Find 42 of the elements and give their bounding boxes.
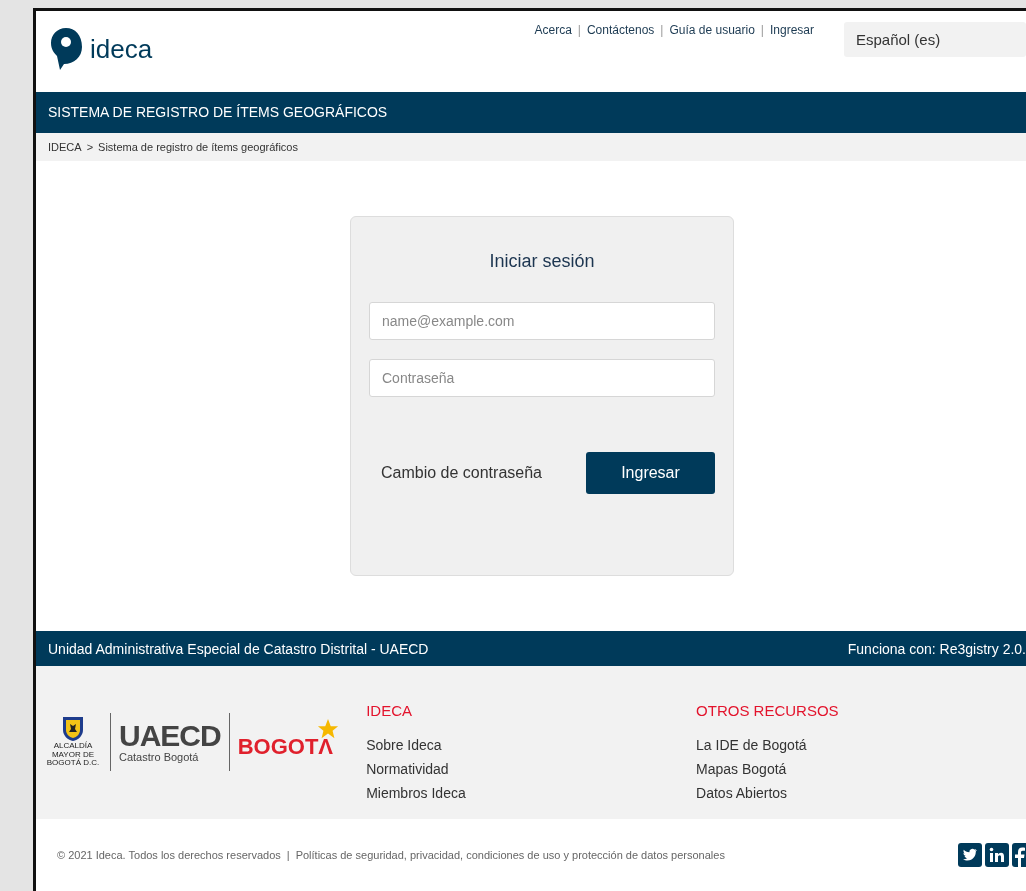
footer-link[interactable]: Miembros Ideca — [366, 781, 697, 805]
coat-of-arms-icon — [62, 715, 84, 742]
footer-link[interactable]: La IDE de Bogotá — [696, 733, 1026, 757]
breadcrumb-item[interactable]: IDECA — [48, 140, 82, 153]
login-button[interactable]: Ingresar — [586, 451, 715, 494]
home-logo-link[interactable]: ideca — [50, 27, 153, 71]
footer-link[interactable]: Sobre Ideca — [366, 733, 697, 757]
email-field[interactable]: name@example.com — [369, 301, 715, 340]
footer-link[interactable]: Mapas Bogotá — [696, 757, 1026, 781]
nav-link[interactable]: Guía de usuario — [669, 23, 755, 37]
uaecd-logo-text: UAECD — [119, 721, 221, 751]
copyright-text: © 2021 Ideca. Todos los derechos reservados — [57, 849, 281, 861]
section-title-bar: SISTEMA DE REGISTRO DE ÍTEMS GEOGRÁFICOS — [36, 91, 1026, 133]
language-selector[interactable]: Español (es) — [844, 22, 1026, 57]
breadcrumb-item: Sistema de registro de ítems geográficos — [98, 140, 298, 153]
footer-link[interactable]: Normatividad — [366, 757, 697, 781]
link-separator: | — [286, 849, 290, 861]
powered-by-text: Funciona con: Re3gistry 2.0. — [847, 640, 1026, 657]
password-field[interactable]: Contraseña — [369, 358, 715, 397]
policy-link[interactable]: Políticas de seguridad, privacidad, condiciones de uso y protección de datos personales — [295, 849, 725, 861]
twitter-icon[interactable] — [958, 843, 982, 867]
footer-heading: IDECA — [366, 702, 413, 719]
breadcrumb-separator: > — [86, 140, 94, 153]
city-logo-text: BOGOTΛ — [237, 734, 333, 760]
login-title: Iniciar sesión — [488, 250, 596, 272]
link-separator: | — [760, 23, 764, 37]
nav-link[interactable]: Contáctenos — [586, 23, 655, 37]
nav-link[interactable]: Ingresar — [769, 23, 814, 37]
nav-link[interactable]: Acerca — [534, 23, 572, 37]
footer-link[interactable]: Datos Abiertos — [696, 781, 1026, 805]
link-separator: | — [660, 23, 664, 37]
crest-caption: ALCALDÍA MAYOR DE BOGOTÁ D.C. — [45, 741, 101, 769]
link-separator: | — [577, 23, 581, 37]
uaecd-subtitle: Catastro Bogotá — [119, 751, 200, 763]
facebook-icon[interactable] — [1012, 843, 1026, 867]
head-pin-icon — [50, 27, 84, 71]
change-password-link[interactable]: Cambio de contraseña — [381, 463, 542, 482]
linkedin-icon[interactable] — [985, 843, 1009, 867]
footer-heading: OTROS RECURSOS — [696, 702, 840, 719]
logo-text: ideca — [90, 33, 153, 65]
organization-name: Unidad Administrativa Especial de Catastro Distrital - UAECD — [48, 640, 429, 657]
star-icon — [317, 718, 339, 740]
